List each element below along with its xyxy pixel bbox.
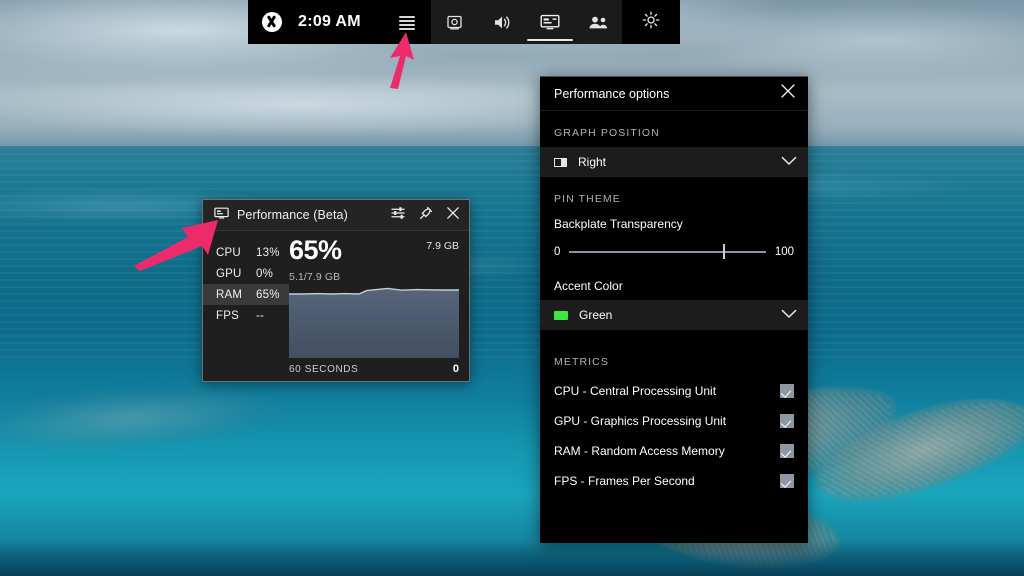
metric-checkbox-row-ram[interactable]: RAM - Random Access Memory (540, 436, 808, 466)
performance-monitor-icon (540, 14, 560, 30)
chevron-down-icon (781, 306, 797, 324)
metric-value: 13% (256, 247, 280, 259)
performance-widget-title: Performance (Beta) (237, 208, 348, 222)
metric-checkbox-label: FPS - Frames Per Second (554, 474, 695, 488)
performance-widget-titlebar: Performance (Beta) (203, 200, 469, 231)
slider-max-label: 100 (775, 246, 794, 258)
section-header-metrics: METRICS (540, 330, 808, 376)
graph-position-dropdown[interactable]: Right (540, 147, 808, 177)
gamebar-button-social[interactable] (574, 0, 622, 44)
slider-min-label: 0 (554, 246, 560, 258)
metric-row-fps[interactable]: FPS -- (203, 305, 289, 326)
ram-usage-chart (289, 286, 459, 358)
graph-position-right-icon (554, 158, 567, 167)
arrow-to-performance-widget (132, 216, 224, 272)
backplate-transparency-slider[interactable]: 0 100 (540, 246, 808, 258)
metric-checkbox-label: GPU - Graphics Processing Unit (554, 414, 726, 428)
graph-usage-value: 5.1/7.9 GB (289, 271, 459, 283)
chevron-down-icon (781, 153, 797, 171)
performance-graph-area: 65% 7.9 GB 5.1/7.9 GB 60 SECON (289, 231, 469, 383)
gamebar-button-audio[interactable] (479, 0, 527, 44)
performance-widget-actions (391, 206, 460, 225)
metric-checkbox-label: CPU - Central Processing Unit (554, 384, 716, 398)
performance-graph-footer: 60 SECONDS 0 (289, 363, 459, 375)
performance-options-panel: Performance options GRAPH POSITION Right… (540, 76, 808, 543)
gamebar-button-settings[interactable] (622, 0, 680, 44)
metric-row-ram[interactable]: RAM 65% (203, 284, 289, 305)
graph-x-axis-label: 60 SECONDS (289, 364, 358, 375)
graph-y-axis-min: 0 (453, 363, 459, 375)
gamebar-widget-buttons (431, 0, 622, 44)
sliders-icon[interactable] (391, 206, 406, 225)
checkbox-checked-icon[interactable] (780, 414, 794, 428)
metric-checkbox-row-gpu[interactable]: GPU - Graphics Processing Unit (540, 406, 808, 436)
slider-thumb[interactable] (723, 244, 726, 259)
performance-widget-body: CPU 13% GPU 0% RAM 65% FPS -- 65% 7.9 GB… (203, 231, 469, 383)
section-header-graph-position: GRAPH POSITION (540, 111, 808, 147)
metric-name: RAM (216, 289, 250, 301)
options-panel-header: Performance options (540, 77, 808, 111)
metric-checkbox-label: RAM - Random Access Memory (554, 444, 725, 458)
gamebar-button-performance[interactable] (527, 0, 575, 44)
xbox-game-bar-toolbar: 2:09 AM (248, 0, 680, 44)
metric-checkbox-row-cpu[interactable]: CPU - Central Processing Unit (540, 376, 808, 406)
pin-icon[interactable] (419, 206, 433, 225)
close-icon[interactable] (446, 206, 460, 225)
performance-widget: Performance (Beta) (202, 199, 470, 382)
people-icon (588, 15, 609, 30)
graph-big-value: 65% (289, 237, 342, 264)
backplate-transparency-label: Backplate Transparency (540, 217, 808, 231)
close-icon[interactable] (780, 83, 796, 104)
checkbox-checked-icon[interactable] (780, 384, 794, 398)
accent-color-label: Accent Color (540, 279, 808, 293)
capture-icon (446, 14, 463, 31)
speaker-icon (493, 14, 512, 31)
desktop-wallpaper (0, 0, 1024, 576)
checkbox-checked-icon[interactable] (780, 474, 794, 488)
graph-capacity: 7.9 GB (426, 237, 459, 252)
performance-graph-header: 65% 7.9 GB (289, 237, 459, 264)
clock-time: 2:09 AM (298, 13, 361, 31)
gamebar-button-capture[interactable] (431, 0, 479, 44)
metric-checkbox-row-fps[interactable]: FPS - Frames Per Second (540, 466, 808, 496)
slider-track[interactable] (569, 251, 765, 253)
metric-value: -- (256, 310, 264, 322)
graph-position-value: Right (578, 155, 606, 169)
accent-color-dropdown[interactable]: Green (540, 300, 808, 330)
accent-color-value: Green (579, 308, 612, 322)
xbox-logo-icon[interactable] (262, 12, 282, 32)
arrow-to-gamebar-menu (376, 26, 436, 92)
wallpaper-deep-bottom (0, 540, 1024, 576)
accent-color-swatch (554, 311, 568, 320)
gear-icon (642, 11, 660, 34)
metric-name: FPS (216, 310, 250, 322)
section-header-pin-theme: PIN THEME (540, 177, 808, 213)
metric-value: 0% (256, 268, 273, 280)
metric-value: 65% (256, 289, 280, 301)
options-panel-title: Performance options (554, 87, 669, 101)
checkbox-checked-icon[interactable] (780, 444, 794, 458)
